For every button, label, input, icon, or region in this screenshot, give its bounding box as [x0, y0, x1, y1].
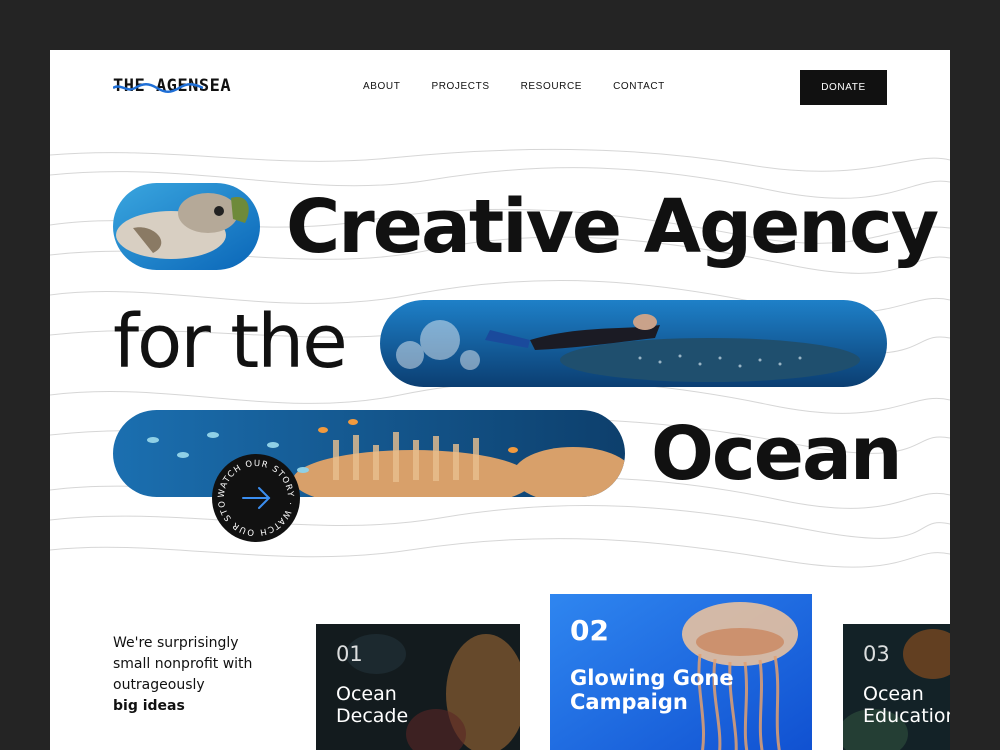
card-number: 01 [336, 642, 363, 666]
project-card-ocean-education[interactable]: 03 Ocean Education [843, 624, 950, 750]
hero-title-line1: Creative Agency [286, 184, 939, 270]
card-title-line1: Ocean [336, 683, 397, 705]
card-title-line1: Glowing Gone [570, 666, 734, 690]
card-number: 02 [570, 614, 609, 647]
card-title: Ocean Decade [336, 683, 409, 728]
card-number: 03 [863, 642, 890, 666]
arrow-right-icon [242, 487, 271, 509]
watch-story-label: WATCH OUR STORY · WATCH OUR STORY · [212, 454, 294, 537]
watch-our-story-button[interactable]: WATCH OUR STORY · WATCH OUR STORY · [212, 454, 300, 542]
coral-reef-image [113, 410, 625, 497]
hero-title-line2: for the [113, 299, 348, 385]
project-card-ocean-decade[interactable]: 01 Ocean Decade [316, 624, 520, 750]
landing-page: THE AGENSEA ABOUT PROJECTS RESOURCE CONT… [50, 50, 950, 750]
nav-resource[interactable]: RESOURCE [521, 81, 582, 92]
logo-wave-icon [113, 83, 203, 93]
intro-body: We're surprisingly small nonprofit with … [113, 635, 253, 693]
svg-text:WATCH OUR STORY · WATCH OUR ST: WATCH OUR STORY · WATCH OUR STORY · [212, 454, 295, 537]
card-title-line2: Decade [336, 704, 409, 727]
diver-whale-shark-image [380, 300, 887, 387]
project-card-glowing-gone[interactable]: 02 Glowing Gone Campaign [550, 594, 812, 750]
card-title-line2: Campaign [570, 690, 688, 715]
main-nav: ABOUT PROJECTS RESOURCE CONTACT [363, 81, 696, 92]
logo[interactable]: THE AGENSEA [113, 74, 231, 104]
intro-text: We're surprisingly small nonprofit with … [113, 633, 263, 717]
nav-about[interactable]: ABOUT [363, 81, 400, 92]
donate-button[interactable]: DONATE [800, 70, 887, 105]
intro-emphasis: big ideas [113, 698, 185, 714]
nav-contact[interactable]: CONTACT [613, 81, 665, 92]
card-title: Ocean Education [863, 683, 950, 728]
sea-turtle-image [113, 183, 260, 270]
hero-title-line3: Ocean [651, 411, 903, 497]
card-title-line1: Ocean [863, 683, 924, 705]
card-title: Glowing Gone Campaign [570, 666, 734, 714]
card-title-line2: Education [863, 704, 950, 727]
nav-projects[interactable]: PROJECTS [431, 81, 489, 92]
